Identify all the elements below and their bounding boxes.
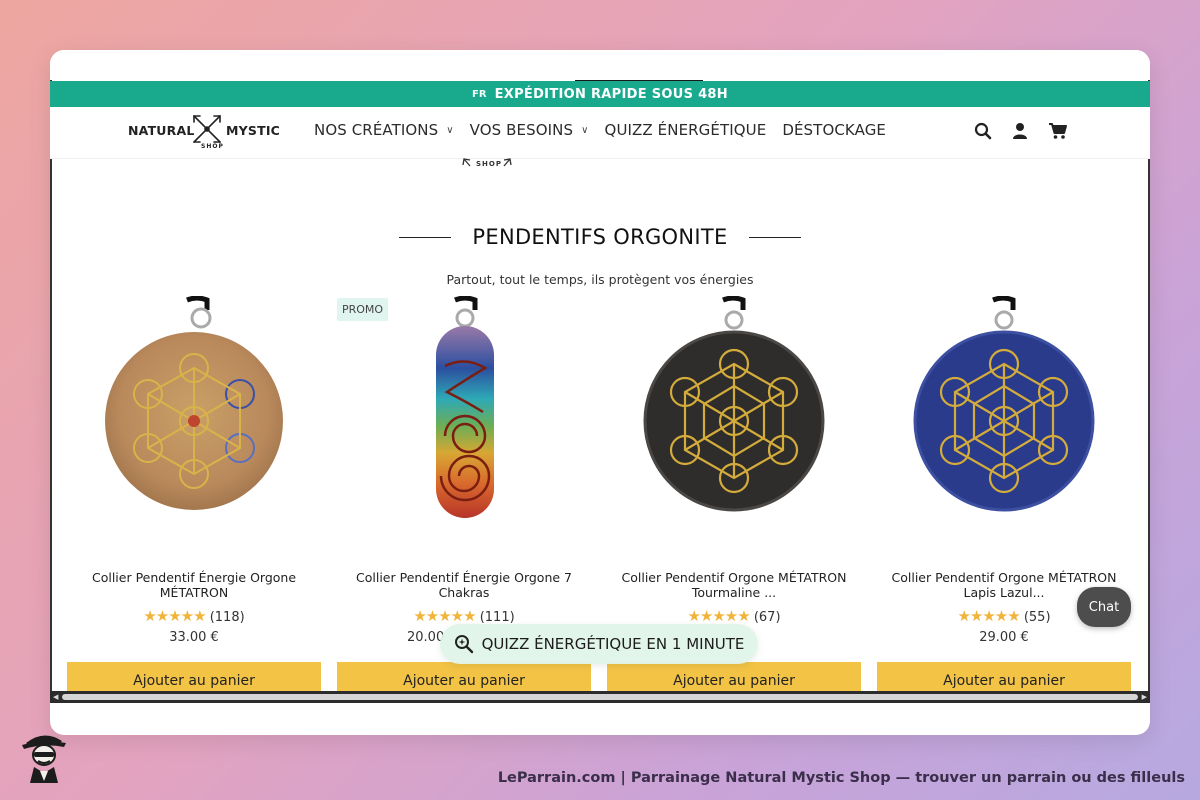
product-rating: ★★★★★ (111) <box>337 607 591 625</box>
nav-destockage[interactable]: DÉSTOCKAGE <box>782 121 886 139</box>
main-nav: NOS CRÉATIONS ∨ VOS BESOINS ∨ QUIZZ ÉNER… <box>314 121 886 139</box>
frame-edge-right <box>1148 80 1150 700</box>
pendant-image <box>913 295 1095 512</box>
product-name[interactable]: Collier Pendentif Énergie Orgone 7 Chakr… <box>347 570 581 600</box>
product-name[interactable]: Collier Pendentif Énergie Orgone MÉTATRO… <box>77 570 311 600</box>
site-logo[interactable]: NATURAL MYSTIC SHOP <box>128 112 281 152</box>
promo-badge: PROMO <box>337 298 389 321</box>
ghost-logo-fragment: SHOP <box>462 156 512 175</box>
header-icons <box>974 122 1068 140</box>
product-card[interactable]: Collier Pendentif Énergie Orgone MÉTATRO… <box>67 295 321 710</box>
pendant-image <box>643 295 825 512</box>
page-viewport: FR EXPÉDITION RAPIDE SOUS 48H NATURAL MY… <box>50 50 1150 710</box>
quiz-floating-button[interactable]: QUIZZ ÉNERGÉTIQUE EN 1 MINUTE <box>440 624 758 664</box>
site-header: NATURAL MYSTIC SHOP NOS CRÉATIONS ∨ VOS … <box>50 107 1150 159</box>
logo-shop-text: SHOP <box>201 143 224 150</box>
product-rating: ★★★★★ (67) <box>607 607 861 625</box>
product-price: 33.00 € <box>169 630 219 645</box>
ghost-shop-text: SHOP <box>476 160 502 168</box>
star-rating-icon: ★★★★★ <box>687 607 750 625</box>
scrollbar-thumb[interactable] <box>62 694 1138 700</box>
nav-label: VOS BESOINS <box>469 121 574 139</box>
chevron-down-icon: ∨ <box>581 124 589 136</box>
nav-quizz-energetique[interactable]: QUIZZ ÉNERGÉTIQUE <box>605 121 767 139</box>
footer-caption: LeParrain.com | Parrainage Natural Mysti… <box>497 770 1185 786</box>
nav-label: NOS CRÉATIONS <box>314 121 439 139</box>
horizontal-scrollbar[interactable]: ◀ ▶ <box>50 691 1150 703</box>
star-rating-icon: ★★★★★ <box>143 607 206 625</box>
title-rule-left <box>399 236 452 238</box>
cart-icon[interactable] <box>1048 122 1068 140</box>
chevron-down-icon: ∨ <box>446 124 454 136</box>
review-count: (111) <box>479 610 515 625</box>
product-image-lapis-metatron[interactable] <box>877 295 1131 546</box>
crossed-arrows-icon <box>193 115 221 143</box>
scroll-right-icon[interactable]: ▶ <box>1142 691 1147 703</box>
star-rating-icon: ★★★★★ <box>957 607 1020 625</box>
nav-label: QUIZZ ÉNERGÉTIQUE <box>604 121 767 139</box>
search-icon[interactable] <box>974 122 992 140</box>
review-count: (55) <box>1023 610 1051 625</box>
magic-search-icon <box>454 635 473 654</box>
page-title: PENDENTIFS ORGONITE <box>472 225 728 249</box>
product-rating: ★★★★★ (118) <box>67 607 321 625</box>
quiz-pill-label: QUIZZ ÉNERGÉTIQUE EN 1 MINUTE <box>481 635 745 653</box>
review-count: (118) <box>209 610 245 625</box>
shipping-message: EXPÉDITION RAPIDE SOUS 48H <box>494 86 728 102</box>
nav-nos-creations[interactable]: NOS CRÉATIONS ∨ <box>314 121 454 139</box>
section-heading: PENDENTIFS ORGONITE <box>50 225 1150 249</box>
frame-edge-left <box>50 80 52 700</box>
leparrain-mascot-icon <box>22 735 66 783</box>
pendant-image <box>436 295 494 518</box>
nav-label: DÉSTOCKAGE <box>782 121 886 139</box>
logo-word-right: MYSTIC <box>226 123 281 138</box>
shipping-banner: FR EXPÉDITION RAPIDE SOUS 48H <box>50 81 1150 107</box>
product-image-tourmaline-metatron[interactable] <box>607 295 861 546</box>
product-image-chakra-bar[interactable] <box>337 295 591 546</box>
star-rating-icon: ★★★★★ <box>413 607 476 625</box>
product-card[interactable]: Collier Pendentif Orgone MÉTATRON Lapis … <box>877 295 1131 710</box>
chat-button[interactable]: Chat <box>1077 587 1131 627</box>
review-count: (67) <box>753 610 781 625</box>
pendant-image <box>105 295 283 510</box>
language-flag[interactable]: FR <box>472 89 487 100</box>
title-rule-right <box>748 236 801 238</box>
section-subtitle: Partout, tout le temps, ils protègent vo… <box>446 272 754 287</box>
logo-word-left: NATURAL <box>128 123 195 138</box>
nav-vos-besoins[interactable]: VOS BESOINS ∨ <box>470 121 589 139</box>
scroll-left-icon[interactable]: ◀ <box>53 691 58 703</box>
browser-card: FR EXPÉDITION RAPIDE SOUS 48H NATURAL MY… <box>50 50 1150 735</box>
product-price: 29.00 € <box>979 630 1029 645</box>
product-image-gold-metatron[interactable] <box>67 295 321 546</box>
account-icon[interactable] <box>1012 122 1028 140</box>
product-name[interactable]: Collier Pendentif Orgone MÉTATRON Tourma… <box>617 570 851 600</box>
